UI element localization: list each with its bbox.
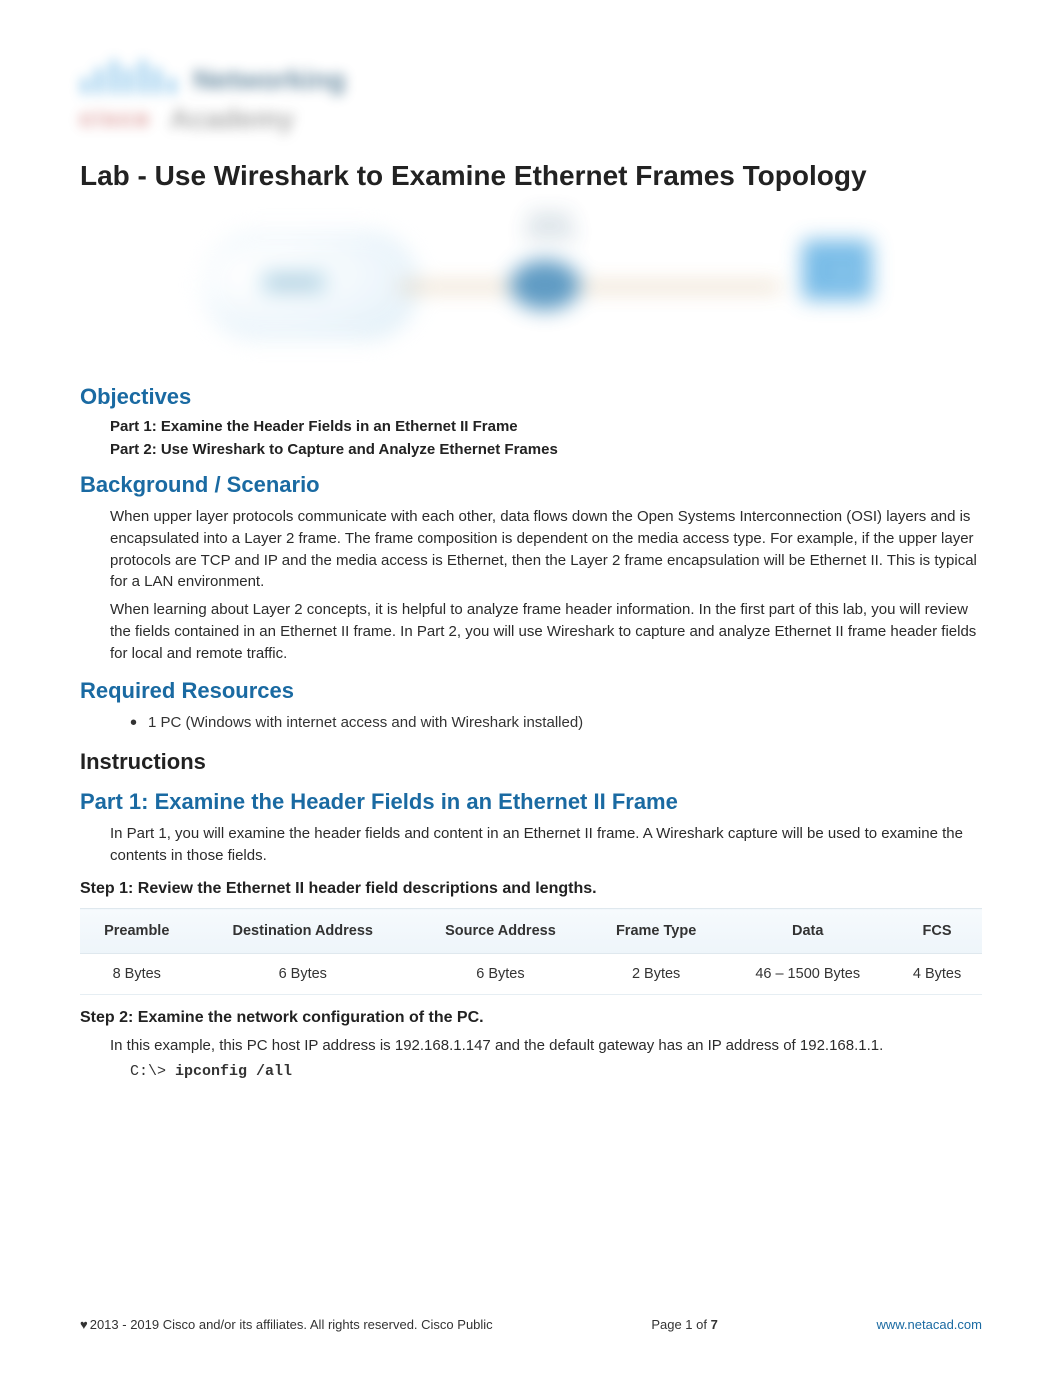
topology-diagram: Internet Default Gateway PC xyxy=(80,200,982,370)
background-p2: When learning about Layer 2 concepts, it… xyxy=(110,599,982,664)
pc-label: PC xyxy=(835,266,852,280)
objective-part1: Part 1: Examine the Header Fields in an … xyxy=(110,418,982,435)
step2-heading: Step 2: Examine the network configuratio… xyxy=(80,1009,982,1027)
objective-part2: Part 2: Use Wireshark to Capture and Ana… xyxy=(110,441,982,458)
td-frame-type: 2 Bytes xyxy=(589,954,724,995)
page-footer: ♥2013 - 2019 Cisco and/or its affiliates… xyxy=(80,1317,982,1332)
background-p1: When upper layer protocols communicate w… xyxy=(110,506,982,593)
step2-p: In this example, this PC host IP address… xyxy=(110,1035,982,1057)
td-fcs: 4 Bytes xyxy=(892,954,982,995)
step1-heading: Step 1: Review the Ethernet II header fi… xyxy=(80,880,982,898)
heart-icon: ♥ xyxy=(80,1317,88,1332)
footer-page-prefix: Page 1 of xyxy=(651,1317,710,1332)
objectives-heading: Objectives xyxy=(80,384,982,410)
code-cmd: ipconfig /all xyxy=(175,1063,292,1080)
th-data: Data xyxy=(723,909,892,954)
td-data: 46 – 1500 Bytes xyxy=(723,954,892,995)
code-prompt: C:\> xyxy=(130,1063,175,1080)
table-row: 8 Bytes 6 Bytes 6 Bytes 2 Bytes 46 – 150… xyxy=(80,954,982,995)
resources-heading: Required Resources xyxy=(80,678,982,704)
router-label: Default Gateway xyxy=(510,210,590,240)
td-source: 6 Bytes xyxy=(412,954,589,995)
ethernet-header-table: Preamble Destination Address Source Addr… xyxy=(80,908,982,995)
instructions-heading: Instructions xyxy=(80,749,982,775)
footer-page-total: 7 xyxy=(711,1317,718,1332)
th-source: Source Address xyxy=(412,909,589,954)
part1-intro: In Part 1, you will examine the header f… xyxy=(110,823,982,867)
cloud-label: Internet xyxy=(260,270,327,294)
code-line: C:\> ipconfig /all xyxy=(130,1063,982,1080)
td-preamble: 8 Bytes xyxy=(80,954,194,995)
footer-right: www.netacad.com xyxy=(876,1317,982,1332)
footer-copy: 2013 - 2019 Cisco and/or its affiliates.… xyxy=(90,1317,493,1332)
resource-item: 1 PC (Windows with internet access and w… xyxy=(130,712,982,735)
logo-brand-cisco: cisco xyxy=(80,106,151,131)
th-fcs: FCS xyxy=(892,909,982,954)
logo-word-networking: Networking xyxy=(193,64,345,95)
part1-heading: Part 1: Examine the Header Fields in an … xyxy=(80,789,982,815)
th-frame-type: Frame Type xyxy=(589,909,724,954)
th-preamble: Preamble xyxy=(80,909,194,954)
background-heading: Background / Scenario xyxy=(80,472,982,498)
footer-center: Page 1 of 7 xyxy=(651,1317,718,1332)
footer-link[interactable]: www.netacad.com xyxy=(876,1317,982,1332)
td-destination: 6 Bytes xyxy=(194,954,412,995)
footer-left: ♥2013 - 2019 Cisco and/or its affiliates… xyxy=(80,1317,493,1332)
th-destination: Destination Address xyxy=(194,909,412,954)
logo-word-academy: Academy xyxy=(170,103,295,134)
page-title: Lab - Use Wireshark to Examine Ethernet … xyxy=(80,160,982,192)
brand-logo: Networking cisco Academy xyxy=(80,60,982,150)
